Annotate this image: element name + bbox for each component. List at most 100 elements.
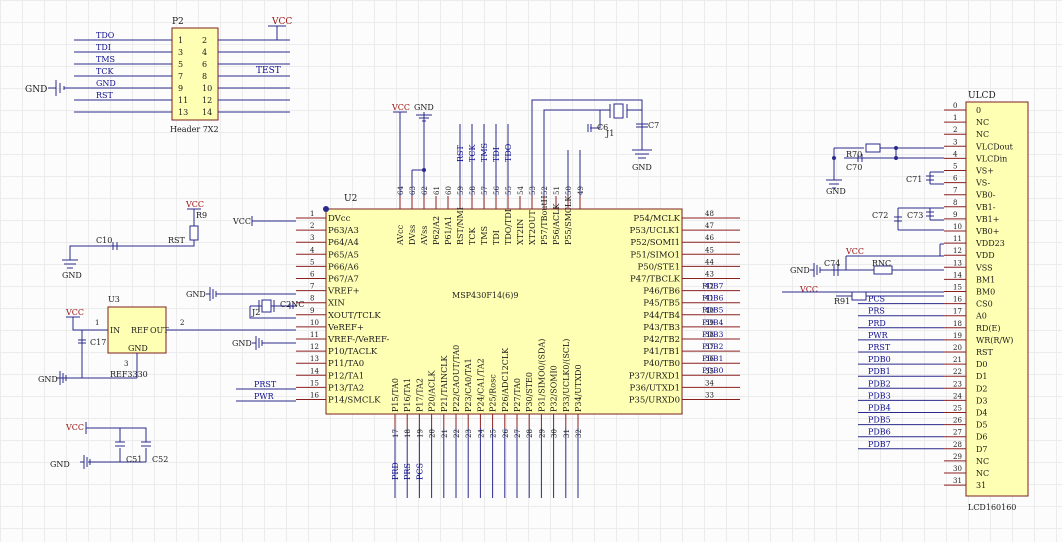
mcu-pin-label: TCK: [468, 227, 477, 245]
header-p2-pin: 12: [202, 96, 212, 105]
mcu-pin-number: 25: [490, 429, 498, 438]
header-p2-pin: 13: [178, 108, 188, 117]
mcu-pin-label: P47/TBCLK: [630, 275, 681, 285]
cap-c10: C10: [96, 236, 112, 245]
net-pwr: PWR: [254, 392, 275, 401]
mcu-pin-number: 7: [310, 283, 314, 291]
header-p2-pin: 6: [202, 60, 207, 69]
crystal-j2: J2: [251, 308, 260, 317]
lcd-pin-number: 9: [953, 211, 957, 219]
mcu-pin-number: 30: [551, 429, 559, 438]
lcd-pin-number: 28: [953, 441, 962, 449]
mcu-pin-label: DVcc: [328, 214, 351, 224]
mcu-pin-label: P40/TB0: [643, 359, 680, 369]
header-p2-net: TDI: [96, 43, 111, 52]
mcu-pin-label: P36/UTXD1: [629, 383, 680, 393]
mcu-pin-label: P22/CAOUT/TA0: [452, 345, 461, 412]
mcu-pin-number: 37: [705, 343, 714, 351]
header-p2-net: GND: [96, 79, 116, 88]
mcu-pin-number: 20: [429, 429, 437, 438]
mcu-pin-number: 58: [469, 186, 477, 195]
lcd-pin-number: 23: [953, 380, 962, 388]
mcu-pin-label: P46/TB6: [643, 287, 680, 297]
lcd-pin-number: 22: [953, 368, 962, 376]
mcu-top-net: RST: [456, 144, 465, 162]
lcd-left-net: PRST: [868, 343, 891, 352]
mcu-pin-number: 44: [705, 258, 714, 266]
mcu-pin-number: 1: [310, 210, 314, 218]
mcu-pin-number: 3: [310, 234, 314, 242]
mcu-pin-number: 4: [310, 246, 315, 254]
lcd-pin-number: 12: [953, 247, 962, 255]
lcd-pin-number: 13: [953, 259, 962, 267]
mcu-pin-label: P32/SOMI0: [550, 365, 559, 412]
mcu-pin-number: 61: [433, 186, 441, 195]
lcd-left-net: PDB7: [868, 440, 891, 449]
lcd-pin-number: 16: [953, 296, 962, 304]
header-p2-pin: 1: [178, 36, 183, 45]
lcd-pin-number: 25: [953, 405, 962, 413]
mcu-pin-label: P44/TB4: [643, 311, 680, 321]
mcu-pin-number: 18: [404, 429, 412, 438]
header-p2-pin: 10: [202, 84, 212, 93]
mcu-pin-label: P50/STE1: [637, 262, 680, 272]
net-vcc-r9: VCC: [185, 200, 204, 209]
mcu-pin-label: P61/A1: [444, 216, 453, 245]
mcu-pin-label: P17/TA2: [415, 378, 424, 412]
mcu-pin-label: P11/TA0: [328, 359, 364, 369]
mcu-pin-number: 56: [493, 186, 501, 195]
net-vcc-lcd: VCC: [845, 247, 864, 256]
mcu-pin-number: 27: [514, 429, 522, 438]
mcu-pin-number: 29: [538, 429, 546, 438]
mcu-pin-number: 62: [421, 186, 429, 195]
lcd-pin-number: 7: [953, 187, 957, 195]
mcu-bottom-net: PRS: [403, 463, 412, 480]
mcu-pin-number: 60: [445, 186, 453, 195]
mcu-pin-label: P33/UCLK0/(SCL): [562, 339, 571, 412]
header-p2-pin: 7: [178, 72, 183, 81]
cap-c7: C7: [648, 121, 659, 130]
net-gnd-vref: GND: [186, 290, 206, 299]
header-p2-pin: 5: [178, 60, 183, 69]
mcu-pin-label: P34/UTXD0: [574, 364, 583, 412]
lcd-pin-label: D6: [976, 433, 988, 442]
lcd-left-net: PRS: [868, 307, 885, 316]
header-p2-pin: 4: [202, 48, 207, 57]
net-vcc-dvcc: VCC: [232, 217, 251, 226]
mcu-pin-number: 17: [392, 429, 400, 438]
net-gnd-vref-minus: GND: [232, 339, 252, 348]
lcd-pin-label: RD(E): [976, 324, 1001, 333]
mcu-pin-number: 57: [481, 186, 489, 195]
mcu-pin-number: 24: [477, 429, 485, 438]
lcd-pin-label: D4: [976, 409, 988, 418]
mcu-pin-number: 47: [705, 222, 714, 230]
lcd-pin-number: 31: [953, 477, 962, 485]
mcu-pin-number: 34: [705, 379, 714, 387]
lcd-ulcd-caption: LCD160160: [968, 503, 1016, 512]
lcd-pin-number: 24: [953, 392, 962, 400]
net-gnd-lcd: GND: [826, 187, 846, 196]
mcu-pin-label: P20/ACLK: [428, 370, 437, 412]
lcd-left-net: PDB4: [868, 404, 891, 413]
header-p2-net: TMS: [96, 55, 115, 64]
mcu-pin-number: 6: [310, 271, 315, 279]
lcd-pin-number: 18: [953, 320, 962, 328]
mcu-pin-label: P25/Rosc: [489, 374, 498, 412]
mcu-pin-number: 48: [705, 210, 714, 218]
cap-c70: C70: [846, 163, 862, 172]
mcu-pin-number: 63: [409, 186, 417, 195]
lcd-pin-label: BM0: [976, 288, 995, 297]
mcu-u2-name: MSP430F14(6)9: [452, 291, 518, 300]
mcu-pin-number: 12: [310, 343, 319, 351]
mcu-pin-label: VREF-/VeREF-: [327, 335, 390, 345]
crystal-j1: J1: [605, 129, 614, 138]
lcd-pin-number: 5: [953, 163, 957, 171]
mcu-pin-number: 40: [705, 307, 714, 315]
lcd-pin-label: 0: [976, 106, 981, 115]
cap-c72: C72: [872, 211, 888, 220]
cap-c71: C71: [906, 175, 922, 184]
lcd-pin-label: D5: [976, 421, 988, 430]
mcu-pin-label: TDI: [492, 230, 501, 245]
lcd-ulcd: ULCD LCD160160 0 0 1 NC 2 NC 3 VLCDout 4 VLCDin 5 V…: [858, 91, 1029, 512]
lcd-pin-label: VB0+: [975, 227, 999, 236]
